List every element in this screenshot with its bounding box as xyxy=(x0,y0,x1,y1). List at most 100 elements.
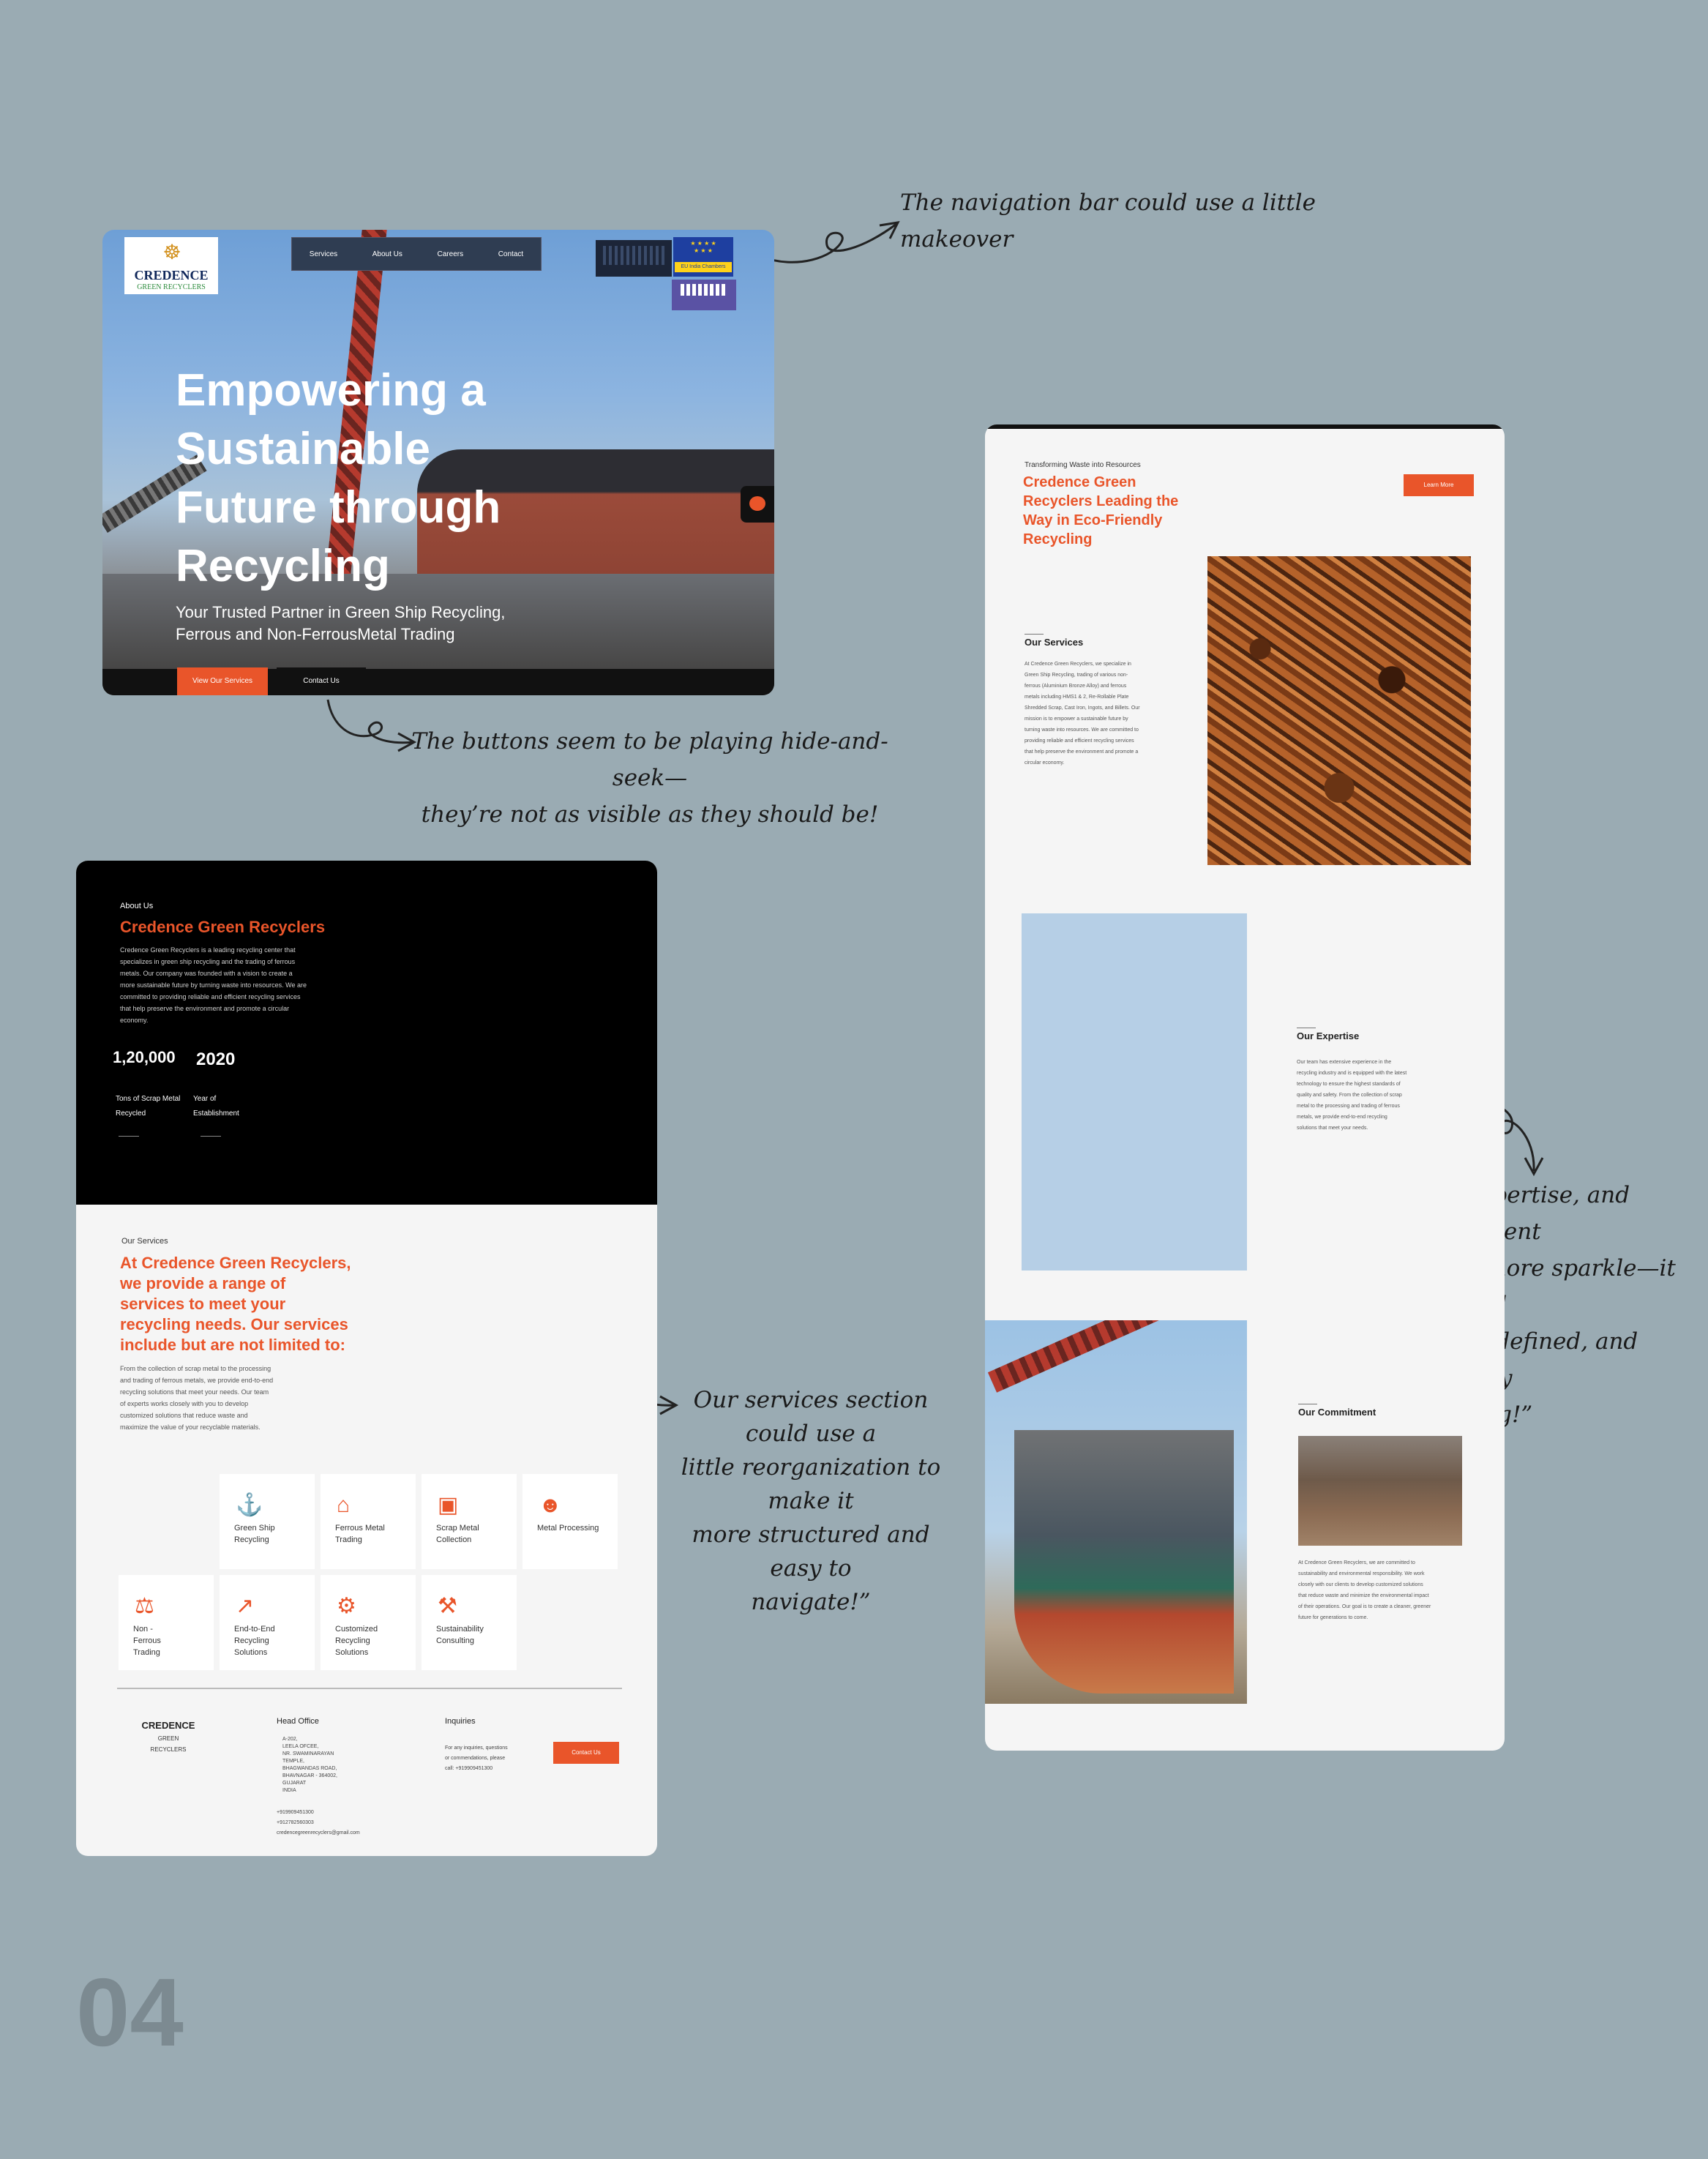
services-note-line3: more structured and easy to xyxy=(692,1522,930,1582)
eu-badge-label: EU India Chambers xyxy=(675,262,732,272)
worker-icon: ☻ xyxy=(539,1493,562,1517)
services-body-line: customized solutions that reduce waste a… xyxy=(120,1412,248,1419)
service-tile-sustainability-consulting[interactable]: ⚒ Sustainability Consulting xyxy=(422,1575,517,1670)
services-body-line: From the collection of scrap metal to th… xyxy=(120,1365,271,1372)
services-headline-line: we provide a range of xyxy=(120,1274,286,1292)
buttons-note: The buttons seem to be playing hide-and-… xyxy=(401,723,899,833)
service-tile-green-ship-recycling[interactable]: ⚓ Green Ship Recycling xyxy=(220,1474,315,1569)
services-note-line2: little reorganization to make it xyxy=(681,1454,941,1514)
service-tile-scrap-metal-collection[interactable]: ▣ Scrap Metal Collection xyxy=(422,1474,517,1569)
right-services-line: turning waste into resources. We are com… xyxy=(1025,727,1139,733)
home-sections-screenshot: Transforming Waste into Resources Creden… xyxy=(985,424,1505,1751)
services-headline-line: recycling needs. Our services xyxy=(120,1315,348,1333)
commitment-line: sustainability and environmental respons… xyxy=(1298,1571,1425,1576)
chat-widget[interactable] xyxy=(741,486,774,523)
chart-icon: ↗ xyxy=(236,1594,255,1618)
service-tile-customized-recycling[interactable]: ⚙ Customized Recycling Solutions xyxy=(321,1575,416,1670)
stat-label-line: Establishment xyxy=(193,1110,239,1118)
address-line: TEMPLE, xyxy=(282,1759,304,1764)
footer-phone1[interactable]: +919909451300 xyxy=(277,1808,360,1818)
services-heading-line xyxy=(1025,634,1044,635)
right-services-line: providing reliable and efficient recycli… xyxy=(1025,738,1134,744)
right-services-line: circular economy. xyxy=(1025,760,1065,766)
stat-label-line: Recycled xyxy=(116,1110,146,1118)
right-services-line: metals including HMS1 & 2, Re-Rollable P… xyxy=(1025,695,1129,700)
services-headline-line: services to meet your xyxy=(120,1295,286,1313)
logo-subtitle: GREEN RECYCLERS xyxy=(137,283,206,291)
services-body-line: and trading of ferrous metals, we provid… xyxy=(120,1377,274,1384)
service-tile-metal-processing[interactable]: ☻ Metal Processing xyxy=(522,1474,618,1569)
address-line: INDIA xyxy=(282,1788,296,1793)
eu-india-badge: ★ ★ ★ ★ ★ ★ ★ EU India Chambers xyxy=(673,237,733,277)
services-note: Our services section could use a little … xyxy=(664,1383,957,1619)
footer-contacts: +919909451300 +912782560303 credencegree… xyxy=(277,1808,360,1838)
nav-services[interactable]: Services xyxy=(310,250,337,258)
learn-more-button[interactable]: Learn More xyxy=(1404,474,1474,496)
nav-careers[interactable]: Careers xyxy=(438,250,464,258)
about-eyebrow: About Us xyxy=(120,902,154,910)
buttons-note-line1: The buttons seem to be playing hide-and-… xyxy=(411,728,888,791)
footer-contact-button[interactable]: Contact Us xyxy=(553,1742,619,1764)
inquiries-line: or commendations, please xyxy=(445,1756,506,1761)
nav-contact[interactable]: Contact xyxy=(498,250,523,258)
service-tile-non-ferrous-trading[interactable]: ⚖ Non - Ferrous Trading xyxy=(119,1575,214,1670)
crane-image xyxy=(987,1320,1237,1393)
right-headline-line: Way in Eco-Friendly xyxy=(1023,512,1163,528)
ship-breaking-image xyxy=(985,1320,1247,1704)
stat-tons-label: Tons of Scrap Metal Recycled xyxy=(116,1092,180,1121)
footer-divider xyxy=(117,1688,622,1689)
view-services-button[interactable]: View Our Services xyxy=(177,667,268,695)
service-tile-label: Non - Ferrous Trading xyxy=(133,1625,161,1657)
right-services-body: At Credence Green Recyclers, we speciali… xyxy=(1025,659,1171,768)
inquiries-line: call: +919909451300 xyxy=(445,1766,493,1771)
right-services-line: mission is to empower a sustainable futu… xyxy=(1025,716,1128,722)
inquiries-line: For any inquiries, questions xyxy=(445,1745,508,1751)
stat-year-value: 2020 xyxy=(196,1049,236,1069)
expertise-line: metals, we provide end-to-end recycling xyxy=(1297,1115,1387,1120)
expertise-title: Our Expertise xyxy=(1297,1030,1360,1041)
services-headline-line: include but are not limited to: xyxy=(120,1336,345,1354)
footer-phone2[interactable]: +912782560303 xyxy=(277,1818,360,1828)
buttons-note-arrow-icon xyxy=(326,699,417,752)
nav-note: The navigation bar could use a little ma… xyxy=(900,190,1316,252)
services-body-line: maximize the value of your recyclable ma… xyxy=(120,1423,261,1431)
address-line: BHAGWANDAS ROAD, xyxy=(282,1766,337,1771)
right-services-title: Our Services xyxy=(1025,637,1084,648)
commitment-line: future for generations to come. xyxy=(1298,1615,1368,1620)
stat-tons-value: 1,20,000 xyxy=(113,1048,176,1066)
footer-brand-line2: GREEN xyxy=(157,1735,179,1742)
right-services-line: that help preserve the environment and p… xyxy=(1025,749,1139,755)
right-headline-line: Credence Green xyxy=(1023,474,1136,490)
stat-label-line: Year of xyxy=(193,1095,217,1103)
about-body-line: economy. xyxy=(120,1017,149,1024)
service-tile-label: Sustainability Consulting xyxy=(436,1625,484,1645)
mra-badge xyxy=(596,240,672,277)
nav-note-arrow-icon xyxy=(759,221,900,263)
hero-screenshot: ☸ CREDENCE GREEN RECYCLERS Services Abou… xyxy=(102,230,774,695)
address-line: A-202, xyxy=(282,1737,298,1742)
top-bar xyxy=(985,424,1505,429)
site-logo[interactable]: ☸ CREDENCE GREEN RECYCLERS xyxy=(124,237,218,294)
right-eyebrow: Transforming Waste into Resources xyxy=(1025,461,1141,469)
footer-email[interactable]: credencegreenrecyclers@gmail.com xyxy=(277,1828,360,1838)
commitment-title: Our Commitment xyxy=(1298,1407,1376,1418)
expertise-line: technology to ensure the highest standar… xyxy=(1297,1082,1401,1087)
commitment-line: closely with our clients to develop cust… xyxy=(1298,1582,1423,1587)
expertise-image-placeholder xyxy=(1022,913,1247,1271)
footer-office-title: Head Office xyxy=(277,1717,319,1726)
contact-us-button[interactable]: Contact Us xyxy=(277,667,366,695)
nav-about-us[interactable]: About Us xyxy=(372,250,402,258)
right-headline-line: Recycling xyxy=(1023,531,1093,547)
stat-divider xyxy=(201,1136,221,1137)
services-body-line: recycling solutions that meet your needs… xyxy=(120,1388,269,1396)
address-line: LEELA OFCEE, xyxy=(282,1744,319,1749)
right-services-line: Shredded Scrap, Cast Iron, Ingots, and B… xyxy=(1025,706,1140,711)
services-note-line4: navigate!” xyxy=(751,1589,871,1615)
right-headline-line: Recyclers Leading the xyxy=(1023,493,1179,509)
right-services-line: ferrous (Aluminium Bronze Alloy) and fer… xyxy=(1025,684,1127,689)
gears-icon: ⚙ xyxy=(337,1594,356,1618)
about-title: Credence Green Recyclers xyxy=(120,918,326,936)
service-tile-end-to-end-recycling[interactable]: ↗ End-to-End Recycling Solutions xyxy=(220,1575,315,1670)
right-services-line: Green Ship Recycling, trading of various… xyxy=(1025,673,1128,678)
service-tile-ferrous-metal-trading[interactable]: ⌂ Ferrous Metal Trading xyxy=(321,1474,416,1569)
